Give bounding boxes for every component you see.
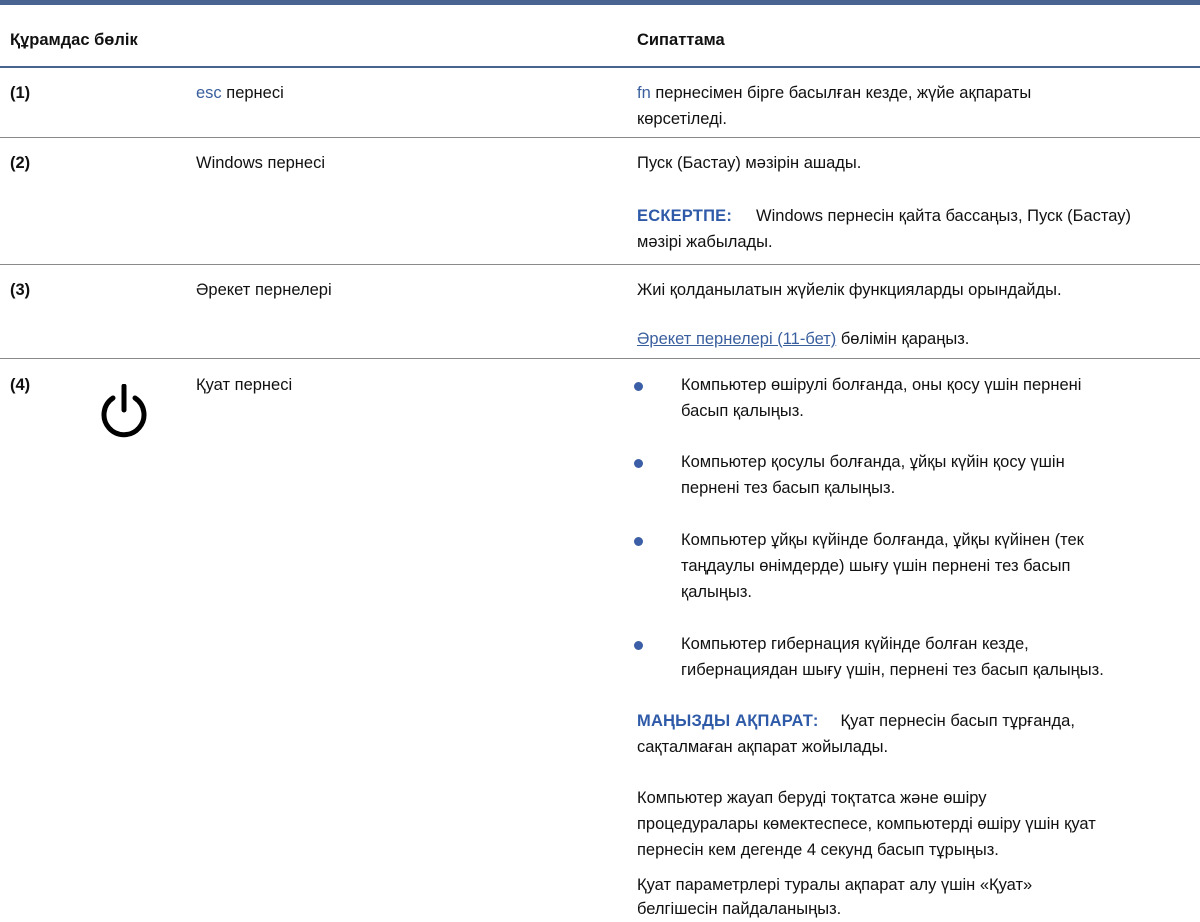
row-number: (1) (10, 84, 31, 102)
row-separator (0, 358, 1200, 359)
description: fn пернесімен бірге басылған кезде, жүйе… (637, 84, 1032, 102)
bullet-item: Компьютер ұйқы күйінде болғанда, ұйқы кү… (681, 531, 1084, 549)
paragraph-line: Компьютер жауап беруді тоқтатса және өші… (637, 789, 987, 807)
row-separator (0, 264, 1200, 265)
row-number: (3) (10, 281, 31, 299)
esc-key-link[interactable]: esc (196, 84, 222, 102)
bullet-dot (634, 537, 643, 546)
important-label: МАҢЫЗДЫ АҚПАРАТ: (637, 712, 819, 730)
header-component: Құрамдас бөлік (10, 31, 138, 49)
paragraph-line: пернесін кем дегенде 4 секунд басып тұры… (637, 841, 999, 859)
header-separator (0, 66, 1200, 68)
paragraph-line: процедуралары көмектеспесе, компьютерді … (637, 815, 1096, 833)
header-description: Сипаттама (637, 31, 725, 49)
note-label: ЕСКЕРТПЕ: (637, 207, 733, 225)
description-line: көрсетіледі. (637, 110, 727, 128)
row-number: (2) (10, 154, 31, 172)
paragraph-line: Қуат параметрлері туралы ақпарат алу үші… (637, 876, 1033, 894)
table-top-rule (0, 0, 1200, 5)
bullet-item-line: таңдаулы өнімдерде) шығу үшін пернені те… (681, 557, 1071, 575)
bullet-item: Компьютер қосулы болғанда, ұйқы күйін қо… (681, 453, 1065, 471)
component-name: Windows пернесі (196, 154, 326, 172)
row-separator (0, 137, 1200, 138)
component-name: esc пернесі (196, 84, 284, 102)
bullet-dot (634, 641, 643, 650)
important-note-line: сақталмаған ақпарат жойылады. (637, 738, 889, 756)
bullet-item-line: гибернациядан шығу үшін, пернені тез бас… (681, 661, 1104, 679)
important-note: МАҢЫЗДЫ АҚПАРАТ: Қуат пернесін басып тұрғ… (637, 712, 1075, 730)
note: ЕСКЕРТПЕ: Windows пернесін қайта бассаңыз… (637, 207, 1131, 225)
bullet-item-line: пернені тез басып қалыңыз. (681, 479, 896, 497)
row-number: (4) (10, 376, 31, 394)
fn-key-link[interactable]: fn (637, 84, 651, 102)
bullet-dot (634, 382, 643, 391)
bullet-item-line: қалыңыз. (681, 583, 753, 601)
cross-reference: Әрекет пернелері (11-бет) бөлімін қараңы… (637, 330, 970, 348)
description: Пуск (Бастау) мәзірін ашады. (637, 154, 862, 172)
description: Жиі қолданылатын жүйелік функцияларды ор… (637, 281, 1062, 299)
power-icon (101, 384, 147, 438)
action-keys-link[interactable]: Әрекет пернелері (11-бет) (637, 330, 836, 348)
note-line: мәзірі жабылады. (637, 233, 773, 251)
bullet-dot (634, 459, 643, 468)
paragraph-line: белгішесін пайдаланыңыз. (637, 900, 842, 918)
component-name: Әрекет пернелері (196, 281, 332, 299)
bullet-item: Компьютер гибернация күйінде болған кезд… (681, 635, 1029, 653)
component-name: Қуат пернесі (196, 376, 293, 394)
bullet-item-line: басып қалыңыз. (681, 402, 804, 420)
bullet-item: Компьютер өшірулі болғанда, оны қосу үші… (681, 376, 1082, 394)
